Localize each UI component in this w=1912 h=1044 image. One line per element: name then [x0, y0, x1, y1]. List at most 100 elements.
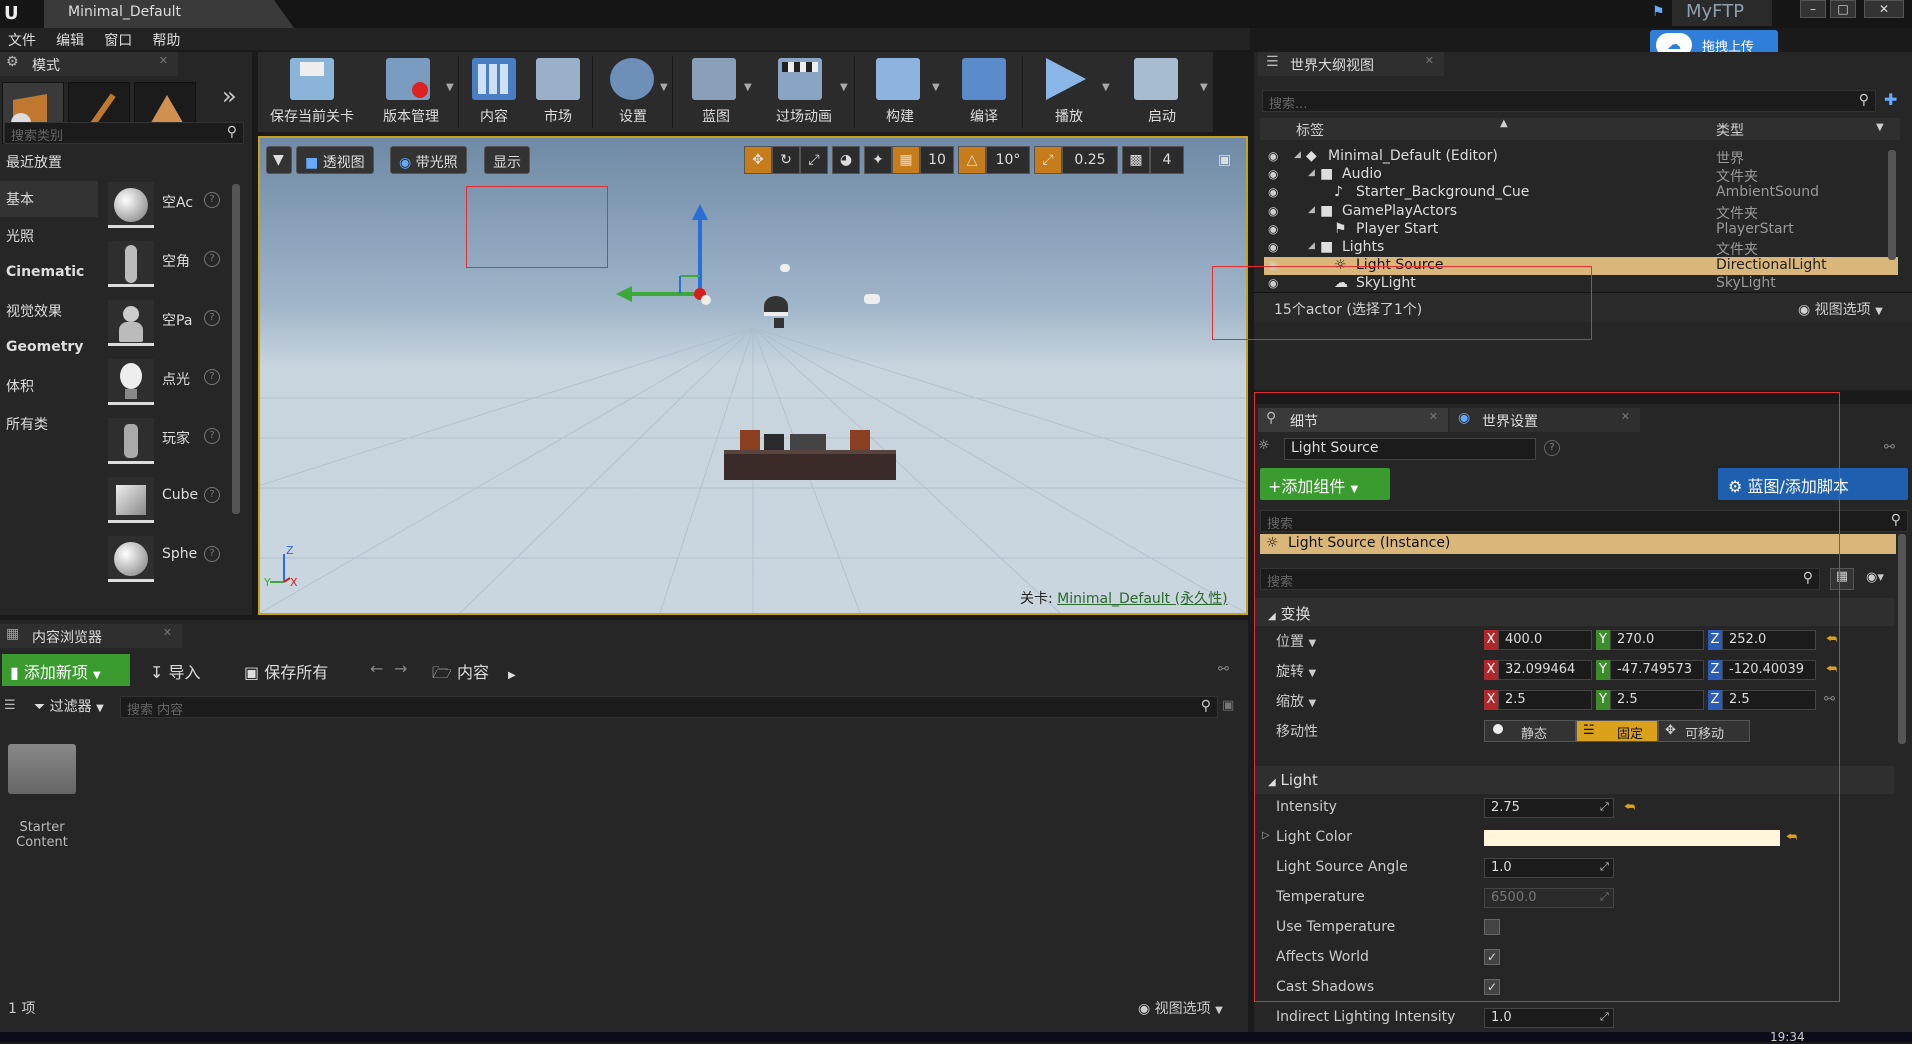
- world-space-icon[interactable]: ◕: [832, 146, 860, 174]
- source-control-button[interactable]: 版本管理 ▼: [366, 52, 456, 132]
- outliner-row[interactable]: ◉ ◢ ■ Audio 文件夹: [1264, 166, 1898, 185]
- marketplace-button[interactable]: 市场: [526, 52, 590, 132]
- menu-edit[interactable]: 编辑: [48, 28, 92, 50]
- collapse-icon[interactable]: ◢: [1308, 205, 1315, 215]
- skylight-icon[interactable]: [764, 296, 788, 316]
- chevron-down-icon[interactable]: ▼: [932, 82, 940, 93]
- visibility-eye-icon[interactable]: ◉: [1268, 149, 1278, 163]
- blueprints-button[interactable]: 蓝图 ▼: [676, 52, 756, 132]
- modes-scrollbar[interactable]: [232, 184, 240, 514]
- chevron-down-icon[interactable]: ▼: [660, 82, 668, 93]
- chair-mesh[interactable]: [850, 430, 870, 450]
- place-item-empty-actor[interactable]: 空Ac ?: [104, 178, 228, 232]
- level-tab[interactable]: Minimal_Default: [44, 0, 294, 28]
- camera-speed-value[interactable]: 4: [1150, 146, 1184, 174]
- build-button[interactable]: 构建 ▼: [858, 52, 942, 132]
- play-button[interactable]: 播放 ▼: [1026, 52, 1112, 132]
- help-icon[interactable]: ?: [204, 428, 220, 444]
- level-name-link[interactable]: Minimal_Default (永久性): [1057, 591, 1227, 607]
- category-visual-effects[interactable]: 视觉效果: [0, 293, 98, 329]
- collapse-icon[interactable]: ◢: [1308, 168, 1315, 178]
- lock-icon[interactable]: ⚯: [1884, 440, 1895, 455]
- visibility-eye-icon[interactable]: ◉: [1268, 222, 1278, 236]
- outliner-row[interactable]: ◉ ◢ ■ GamePlayActors 文件夹: [1264, 203, 1898, 222]
- help-icon[interactable]: ?: [204, 192, 220, 208]
- category-cinematic[interactable]: Cinematic: [0, 256, 98, 292]
- folder-icon[interactable]: [8, 744, 76, 794]
- menu-file[interactable]: 文件: [0, 28, 44, 50]
- folder-starter-content[interactable]: Starter Content: [0, 820, 84, 850]
- content-button[interactable]: 内容: [462, 52, 526, 132]
- visibility-eye-icon[interactable]: ◉: [1268, 240, 1278, 254]
- close-button[interactable]: ✕: [1864, 0, 1904, 18]
- details-scrollbar[interactable]: [1898, 534, 1906, 744]
- lock-icon[interactable]: ⚯: [1218, 662, 1229, 677]
- chevron-down-icon[interactable]: ▼: [744, 82, 752, 93]
- collapse-icon[interactable]: ◢: [1294, 150, 1301, 160]
- table-mesh[interactable]: [790, 434, 826, 450]
- menu-help[interactable]: 帮助: [144, 28, 188, 50]
- help-icon[interactable]: ?: [204, 251, 220, 267]
- lit-button[interactable]: ◉ 带光照: [390, 146, 467, 174]
- ambient-sound-icon[interactable]: [864, 294, 880, 304]
- minimize-button[interactable]: –: [1800, 0, 1826, 18]
- visibility-eye-icon[interactable]: ◉: [1268, 204, 1278, 218]
- content-browser-tab[interactable]: ▦ 内容浏览器 ✕: [0, 624, 182, 648]
- viewport-options-button[interactable]: ▼: [266, 146, 292, 174]
- world-outliner-tab[interactable]: ☰ 世界大纲视图 ✕: [1258, 52, 1444, 76]
- maximize-viewport-icon[interactable]: ▣: [1218, 152, 1231, 168]
- rotation-snap-icon[interactable]: △: [958, 146, 986, 174]
- forward-icon[interactable]: →: [386, 654, 415, 686]
- compile-button[interactable]: 编译: [946, 52, 1022, 132]
- filters-button[interactable]: ⏷ 过滤器 ▼: [34, 696, 104, 716]
- outliner-row[interactable]: ◉ ◢ ■ Lights 文件夹: [1264, 239, 1898, 258]
- close-tab-icon[interactable]: ✕: [163, 626, 172, 639]
- content-search-input[interactable]: 搜索 内容 ⚲: [120, 696, 1218, 718]
- close-tab-icon[interactable]: ✕: [159, 54, 168, 67]
- scale-snap-value[interactable]: 0.25: [1062, 146, 1118, 174]
- eye-icon[interactable]: ◉▾: [1866, 570, 1884, 585]
- view-options-button[interactable]: ◉ 视图选项 ▼: [1138, 998, 1223, 1018]
- col-type-header[interactable]: 类型: [1716, 120, 1744, 140]
- sources-toggle-icon[interactable]: ☰: [4, 698, 16, 713]
- category-lights[interactable]: 光照: [0, 218, 98, 254]
- place-item-cube[interactable]: Cube ?: [104, 473, 228, 527]
- menu-window[interactable]: 窗口: [96, 28, 140, 50]
- add-new-button[interactable]: ▮ 添加新项 ▼: [2, 654, 130, 686]
- place-item-point-light[interactable]: 点光 ?: [104, 355, 228, 409]
- place-item-empty-pawn[interactable]: 空Pa ?: [104, 296, 228, 350]
- scale-snap-icon[interactable]: ⤢: [1034, 146, 1062, 174]
- place-item-empty-character[interactable]: 空角 ?: [104, 237, 228, 291]
- launch-button[interactable]: 启动 ▼: [1114, 52, 1210, 132]
- floor-platform[interactable]: [724, 450, 896, 480]
- category-geometry[interactable]: Geometry: [0, 331, 98, 367]
- scale-tool-icon[interactable]: ⤢: [800, 146, 828, 174]
- settings-button[interactable]: 设置 ▼: [596, 52, 670, 132]
- outliner-row[interactable]: ◉ ♪ Starter_Background_Cue AmbientSound: [1264, 184, 1898, 202]
- cinematics-button[interactable]: 过场动画 ▼: [756, 52, 852, 132]
- more-modes-icon[interactable]: »: [222, 82, 237, 110]
- surface-snap-icon[interactable]: ✦: [864, 146, 892, 174]
- level-viewport[interactable]: ▼ ■ 透视图 ◉ 带光照 显示 ✥ ↻ ⤢ ◕ ✦ ▦ 10 △ 10° ⤢ …: [258, 136, 1248, 615]
- save-level-button[interactable]: 保存当前关卡: [260, 52, 364, 132]
- statue-mesh[interactable]: [764, 434, 784, 450]
- modes-tab[interactable]: ⚙ 模式 ✕: [0, 52, 178, 76]
- outliner-view-options[interactable]: ◉ 视图选项 ▼: [1798, 299, 1883, 319]
- save-all-button[interactable]: ▣ 保存所有: [236, 654, 336, 686]
- col-label-header[interactable]: 标签: [1296, 120, 1324, 140]
- show-button[interactable]: 显示: [484, 146, 530, 174]
- indirect-intensity-field[interactable]: 1.0: [1484, 1008, 1614, 1028]
- category-search-input[interactable]: 搜索类别 ⚲: [4, 122, 244, 144]
- rotate-tool-icon[interactable]: ↻: [772, 146, 800, 174]
- category-basic[interactable]: 基本: [0, 181, 98, 217]
- outliner-scrollbar[interactable]: [1888, 150, 1896, 260]
- category-volumes[interactable]: 体积: [0, 368, 98, 404]
- chair-mesh[interactable]: [740, 430, 760, 450]
- myftp-label[interactable]: MyFTP: [1672, 0, 1772, 26]
- path-content-button[interactable]: 🗁 内容 ▶: [424, 654, 524, 686]
- save-search-icon[interactable]: ▣: [1222, 698, 1234, 713]
- collapse-icon[interactable]: ◢: [1308, 241, 1315, 251]
- place-item-sphere[interactable]: Sphe ?: [104, 532, 228, 586]
- import-button[interactable]: ↧ 导入: [142, 654, 209, 686]
- chevron-down-icon[interactable]: ▼: [446, 82, 454, 93]
